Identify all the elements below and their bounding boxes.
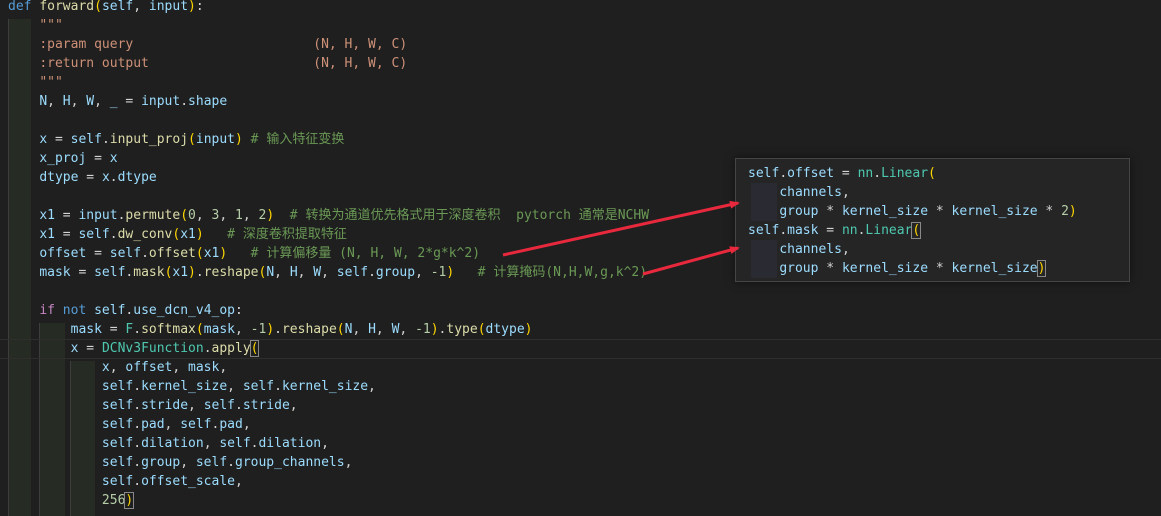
annotation-arrows [502,200,740,276]
annotation-arrow-offset [502,200,740,257]
annotation-arrow-mask [642,246,740,276]
